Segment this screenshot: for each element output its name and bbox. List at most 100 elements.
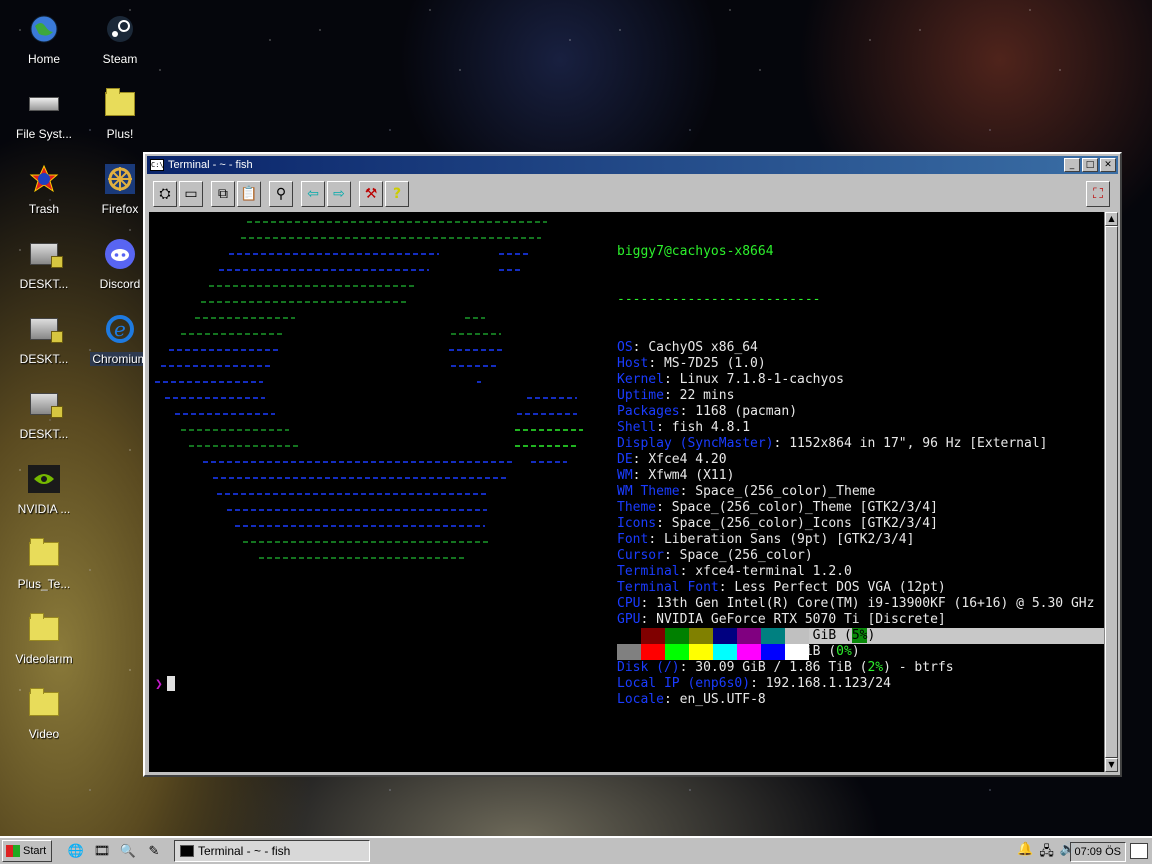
info-colon: : [656, 500, 672, 515]
info-colon: : [656, 420, 672, 435]
terminal-toolbar: ⛭ ▭ ⧉ 📋 ⚲ ⇦ ⇨ ⚒ ? ⛶ [149, 178, 1116, 210]
new-window-icon: ▭ [184, 186, 198, 202]
folder-icon [103, 87, 137, 121]
new-tab-icon: ⛭ [159, 186, 171, 202]
desktop-icon-home[interactable]: Home [7, 0, 81, 72]
notification-bell-icon[interactable]: 🔔 [1017, 842, 1033, 864]
info-value: fish 4.8.1 [671, 420, 751, 435]
start-flag-icon [6, 845, 20, 857]
desktop-icon-steam[interactable]: Steam [83, 0, 157, 72]
new-window-button[interactable]: ▭ [179, 181, 203, 207]
previous-tab-button[interactable]: ⇦ [301, 181, 325, 207]
desktop-icon-video[interactable]: Video [7, 675, 81, 747]
palette-swatch [665, 644, 689, 660]
taskbar-button-terminal[interactable]: Terminal - ~ - fish [174, 840, 370, 862]
terminal-window[interactable]: C:\ Terminal - ~ - fish _ □ ✕ ⛭ ▭ ⧉ 📋 ⚲ … [143, 152, 1122, 777]
network-icon[interactable]: 🖧 [1039, 842, 1054, 864]
steam-icon [103, 12, 137, 46]
info-colon: : [663, 388, 680, 403]
text-cursor [166, 676, 175, 691]
info-colon: : [679, 660, 696, 675]
tools-icon: ⚒ [364, 186, 378, 202]
user-host: biggy7@cachyos-x8664 [617, 244, 774, 259]
info-colon: : [679, 564, 696, 579]
info-value: Space_(256_color)_Icons [GTK2/3/4] [671, 516, 938, 531]
fullscreen-button[interactable]: ⛶ [1086, 181, 1110, 207]
desktop-icon-label: Chromium [90, 352, 150, 366]
taskbar-button-label: Terminal - ~ - fish [198, 844, 291, 858]
info-row: WM: Xfwm4 (X11) [617, 468, 1104, 484]
editor-quicklaunch-icon[interactable]: ✎ [144, 841, 164, 861]
maximize-button[interactable]: □ [1082, 158, 1098, 172]
info-value: Linux 7.1.8-1-cachyos [679, 372, 844, 387]
info-value: NVIDIA GeForce RTX 5070 Ti [Discrete] [656, 612, 946, 627]
info-key: WM [617, 468, 633, 483]
scroll-up-button[interactable]: ▲ [1105, 212, 1118, 226]
close-button[interactable]: ✕ [1100, 158, 1116, 172]
info-value: 13th Gen Intel(R) Core(TM) i9-13900KF (1… [656, 596, 1095, 611]
minimize-button[interactable]: _ [1064, 158, 1080, 172]
info-row: Cursor: Space_(256_color) [617, 548, 1104, 564]
scroll-thumb[interactable] [1105, 226, 1118, 758]
desktop-icon-label: Firefox [101, 202, 139, 216]
info-row: Icons: Space_(256_color)_Icons [GTK2/3/4… [617, 516, 1104, 532]
info-key: Terminal [617, 564, 680, 579]
info-key: GPU [617, 612, 641, 627]
info-row: Host: MS-7D25 (1.0) [617, 356, 1104, 372]
info-colon: : [632, 340, 649, 355]
scroll-down-button[interactable]: ▼ [1105, 758, 1118, 772]
desktop-icon-desktop-1[interactable]: DESKT... [7, 225, 81, 297]
desktop-icon-trash[interactable]: Trash [7, 150, 81, 222]
info-colon: : [750, 676, 766, 691]
info-row: CPU: 13th Gen Intel(R) Core(TM) i9-13900… [617, 596, 1104, 612]
palette-swatch [761, 628, 785, 644]
info-value: xfce4-terminal 1.2.0 [695, 564, 852, 579]
desktop-icon-file-system[interactable]: File Syst... [7, 75, 81, 147]
help-button[interactable]: ? [385, 181, 409, 207]
palette-swatch [617, 628, 641, 644]
shell-prompt[interactable]: ❯ [155, 676, 175, 693]
browser-quicklaunch-icon[interactable]: 🌐 [66, 841, 86, 861]
vertical-scrollbar[interactable]: ▲ ▼ [1104, 212, 1118, 772]
desktop-icon-nvidia[interactable]: NVIDIA ... [7, 450, 81, 522]
desktop-icon-label: File Syst... [15, 127, 72, 141]
window-titlebar[interactable]: C:\ Terminal - ~ - fish _ □ ✕ [147, 156, 1118, 174]
palette-swatch [737, 644, 761, 660]
paste-button[interactable]: 📋 [237, 181, 261, 207]
desktop-icon-plus-te[interactable]: Plus_Te... [7, 525, 81, 597]
desktop-icon-label: Trash [28, 202, 60, 216]
info-row: Terminal Font: Less Perfect DOS VGA (12p… [617, 580, 1104, 596]
info-key: Terminal Font [617, 580, 719, 595]
info-key: Shell [617, 420, 657, 435]
show-desktop-button[interactable] [1130, 843, 1148, 859]
info-key: Kernel [617, 372, 664, 387]
info-key: Host [617, 356, 649, 371]
copy-icon: ⧉ [218, 186, 228, 202]
info-colon: : [640, 596, 657, 611]
start-button[interactable]: Start [2, 840, 52, 862]
desktop-icon-label: NVIDIA ... [17, 502, 71, 516]
media-quicklaunch-icon[interactable]: 🎞 [92, 841, 112, 861]
info-colon: : [663, 548, 680, 563]
desktop-icon-plus[interactable]: Plus! [83, 75, 157, 147]
search-quicklaunch-icon[interactable]: 🔍 [118, 841, 138, 861]
desktop-icon-desktop-3[interactable]: DESKT... [7, 375, 81, 447]
arrow-left-icon: ⇦ [307, 186, 319, 202]
preferences-button[interactable]: ⚒ [359, 181, 383, 207]
info-row: Terminal: xfce4-terminal 1.2.0 [617, 564, 1104, 580]
copy-button[interactable]: ⧉ [211, 181, 235, 207]
next-tab-button[interactable]: ⇨ [327, 181, 351, 207]
terminal-output[interactable]: biggy7@cachyos-x8664 -------------------… [149, 212, 1104, 772]
find-button[interactable]: ⚲ [269, 181, 293, 207]
clock[interactable]: 07:09 ÖS [1069, 842, 1126, 862]
desktop-icon-desktop-2[interactable]: DESKT... [7, 300, 81, 372]
desktop-icon-videolarim[interactable]: Videolarım [7, 600, 81, 672]
prompt-symbol: ❯ [155, 677, 163, 692]
info-row: Display (SyncMaster): 1152x864 in 17", 9… [617, 436, 1104, 452]
palette-swatch [713, 644, 737, 660]
new-tab-button[interactable]: ⛭ [153, 181, 177, 207]
info-colon: : [773, 436, 790, 451]
cachyos-ascii-logo [153, 212, 593, 572]
info-key: Font [617, 532, 649, 547]
palette-swatch [737, 628, 761, 644]
